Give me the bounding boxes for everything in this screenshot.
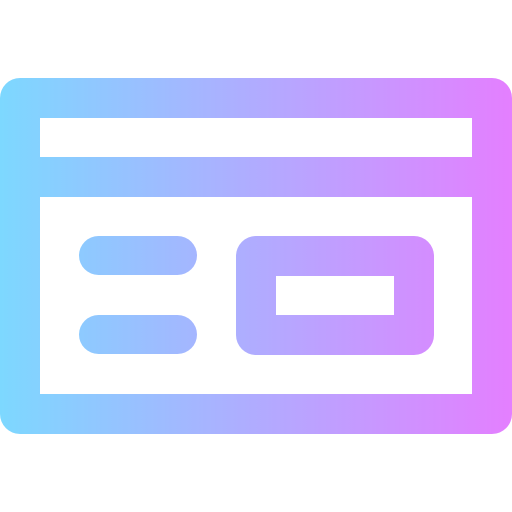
icon-canvas — [0, 0, 512, 512]
card-text-line-top — [79, 236, 197, 275]
card-chip — [236, 236, 434, 355]
credit-card-icon — [0, 78, 512, 434]
card-text-line-bottom — [79, 315, 197, 354]
